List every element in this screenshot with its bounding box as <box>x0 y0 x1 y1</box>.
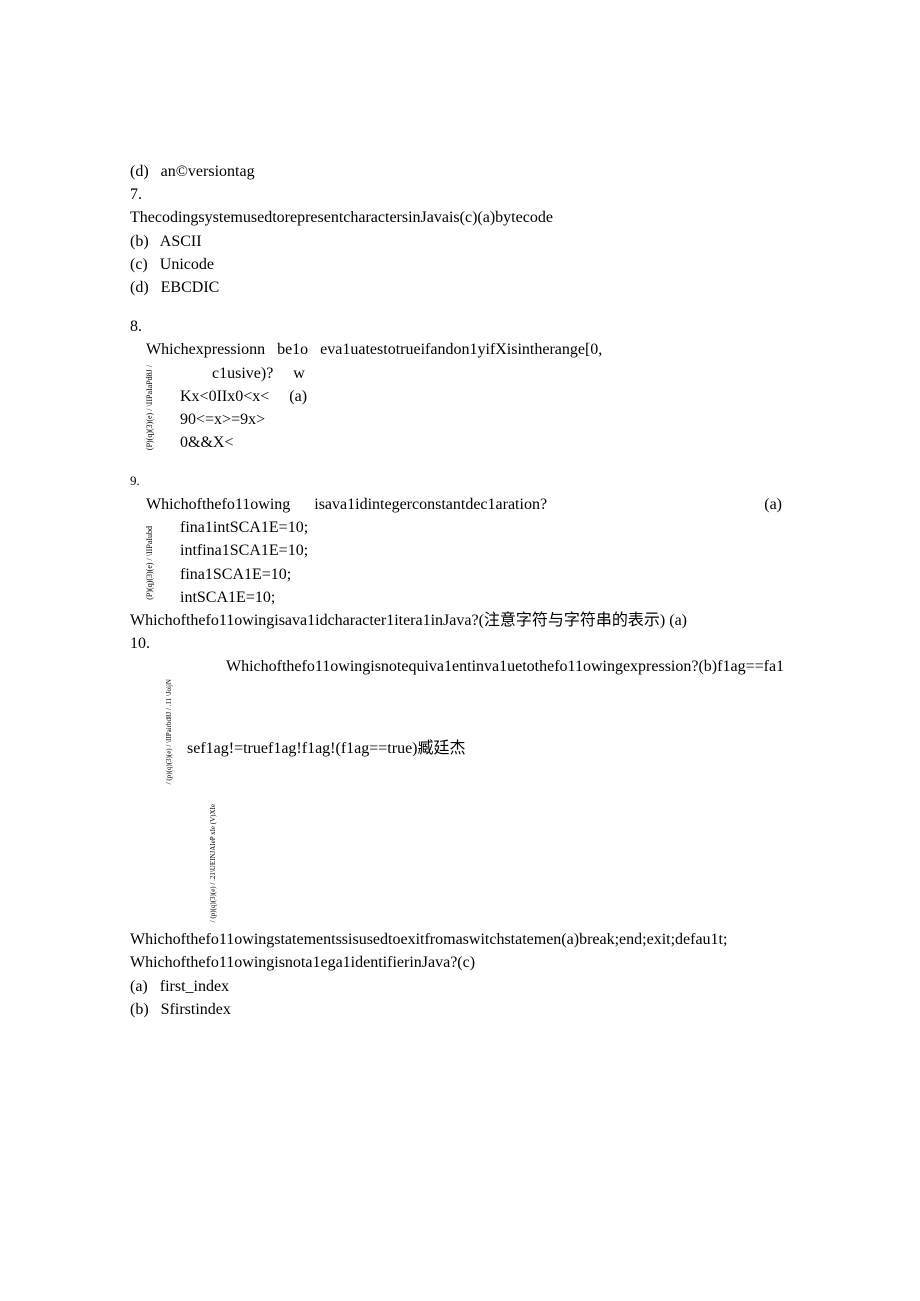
q-identifier-option-a: (a) first_index <box>130 975 790 998</box>
q8-body: (P)(q)(3)(e) / \IIPaIaPd8J / c1usive)? w… <box>146 362 790 455</box>
q9-line4: fina1SCA1E=10; <box>180 563 790 586</box>
document-page: (d) an©versiontag 7. Thecodingsystemused… <box>0 0 920 1301</box>
q8-sideways-label: (P)(q)(3)(e) / \IIPaIaPd8J / <box>146 365 154 450</box>
q9-line1: Whichofthefo11owing isava1idintegerconst… <box>146 493 790 516</box>
q10-body1: / (p)(q)(3)(e) / \IIPairbd8J / .11 \Joij… <box>130 679 790 784</box>
q-identifier: Whichofthefo11owingisnota1ega1identifier… <box>130 951 790 974</box>
q7-option-c: (c) Unicode <box>130 253 790 276</box>
q6-option-d: (d) an©versiontag <box>130 160 790 183</box>
q-switch-statement: Whichofthefo11owingstatementssisusedtoex… <box>130 928 790 951</box>
q10-line2: sef1ag!=truef1ag!f1ag!(f1ag==true)臧廷杰 <box>187 737 790 760</box>
q7-option-b: (b) ASCII <box>130 230 790 253</box>
q8-line5: 0&&X< <box>180 431 790 454</box>
q8-line1: Whichexpressionn be1o eva1uatestotrueifa… <box>146 338 790 361</box>
q9-line2: fina1intSCA1E=10; <box>180 516 790 539</box>
q8-block: Whichexpressionn be1o eva1uatestotrueifa… <box>130 338 790 454</box>
q-identifier-option-b: (b) Sfirstindex <box>130 998 790 1021</box>
q9-body: (P)(q)(3)(e) / \IIPaIubd fina1intSCA1E=1… <box>146 516 790 609</box>
q9-line3: intfina1SCA1E=10; <box>180 539 790 562</box>
q10-body2: / (p)(q)(3)(e) / .21\UEINJAIeP xIe (V)XI… <box>130 804 790 922</box>
q8-number: 8. <box>130 315 790 338</box>
q7-option-d: (d) EBCDIC <box>130 276 790 299</box>
q-char-literal: Whichofthefo11owingisava1idcharacter1ite… <box>130 609 790 632</box>
q10-sideways-label-2: / (p)(q)(3)(e) / .21\UEINJAIeP xIe (V)XI… <box>210 804 217 922</box>
q7-number: 7. <box>130 183 790 206</box>
q10-stem: Whichofthefo11owingisnotequiva1entinva1u… <box>130 655 790 678</box>
q9-stem: Whichofthefo11owing isava1idintegerconst… <box>146 493 547 516</box>
q7-stem: Thecodingsystemusedtorepresentcharacters… <box>130 206 790 229</box>
q8-line2: c1usive)? w <box>180 362 790 385</box>
q9-number: 9. <box>130 472 790 491</box>
q10-sideways-label-1: / (p)(q)(3)(e) / \IIPairbd8J / .11 \Joij… <box>166 679 173 784</box>
q9-block: Whichofthefo11owing isava1idintegerconst… <box>130 493 790 609</box>
q9-answer-marker: (a) <box>764 493 790 516</box>
q8-line3: Kx<0IIx0<x< (a) <box>180 385 790 408</box>
q8-line4: 90<=x>=9x> <box>180 408 790 431</box>
q10-number: 10. <box>130 632 790 655</box>
q9-sideways-label: (P)(q)(3)(e) / \IIPaIubd <box>146 526 154 600</box>
q9-line5: intSCA1E=10; <box>180 586 790 609</box>
